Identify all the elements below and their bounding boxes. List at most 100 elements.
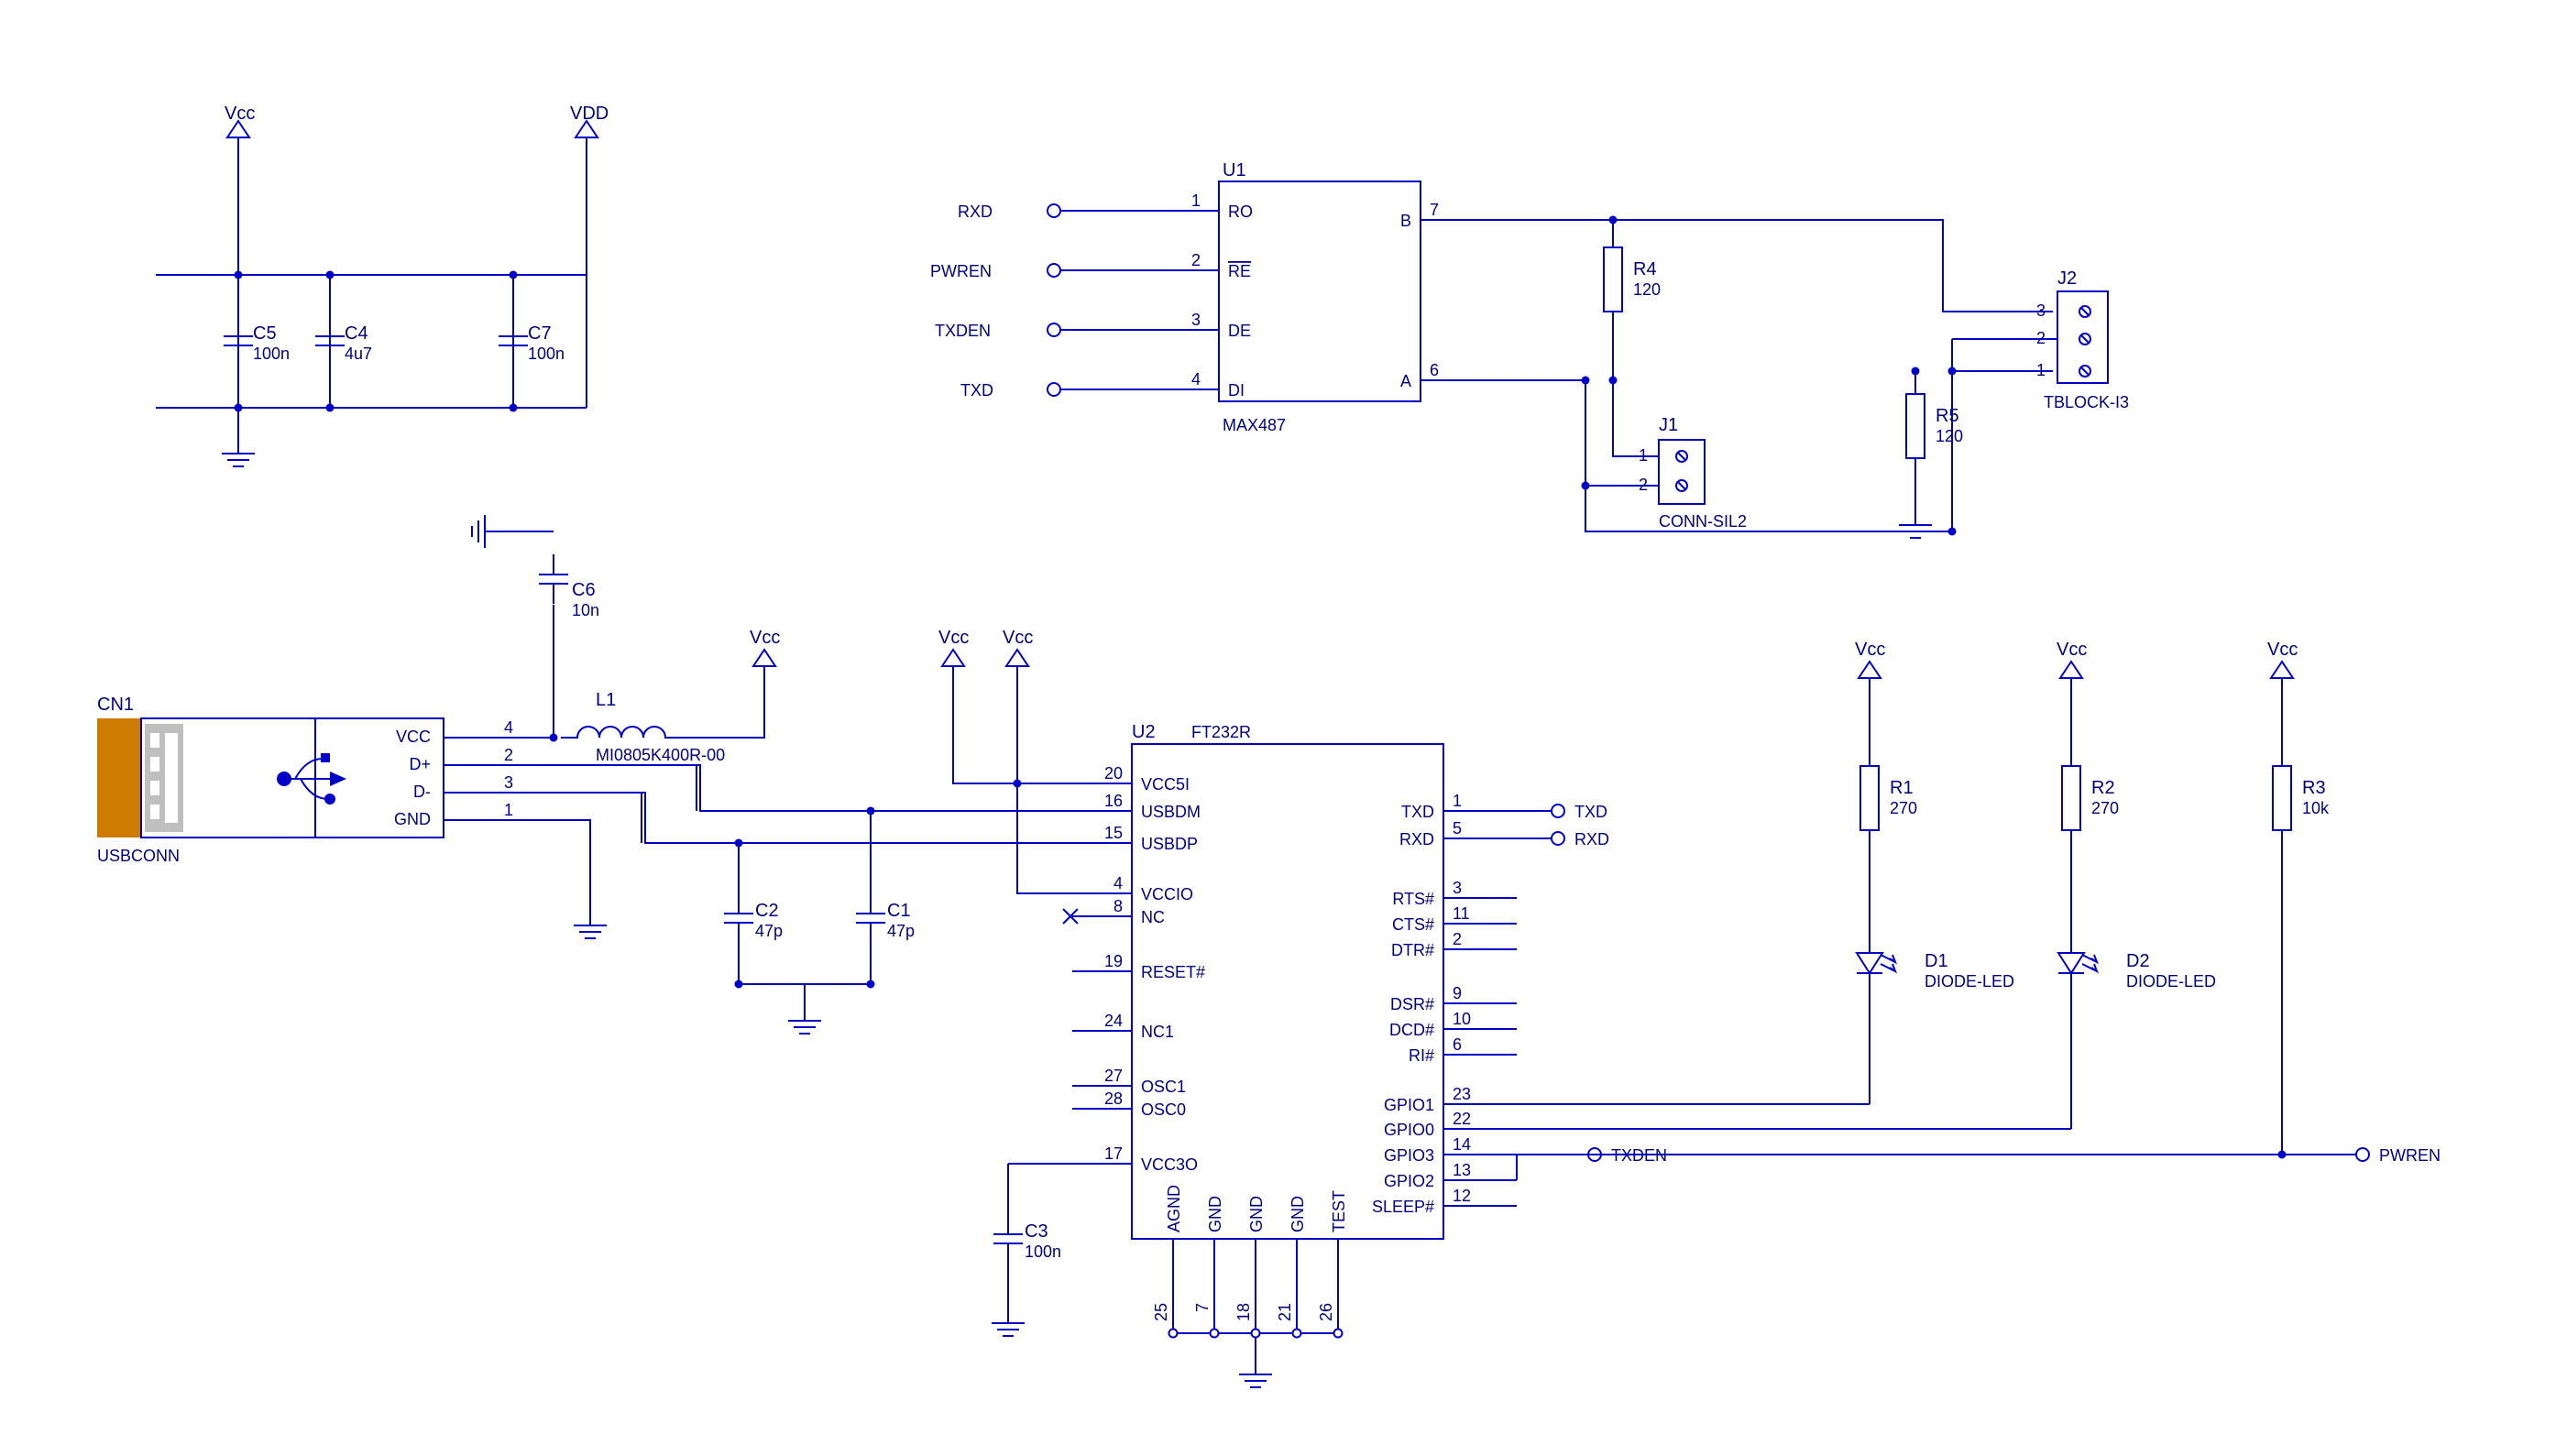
svg-text:4u7: 4u7 xyxy=(345,345,372,363)
svg-text:4: 4 xyxy=(504,718,513,737)
svg-text:C4: C4 xyxy=(345,323,368,344)
svg-text:L1: L1 xyxy=(596,690,616,710)
svg-text:Vcc: Vcc xyxy=(2267,640,2298,660)
svg-text:B: B xyxy=(1400,212,1411,230)
svg-text:DIODE-LED: DIODE-LED xyxy=(2126,972,2216,991)
svg-text:VCC5I: VCC5I xyxy=(1141,775,1190,794)
u2-ports: TXD RXD TXDEN xyxy=(1517,803,1667,1165)
svg-text:NC1: NC1 xyxy=(1141,1023,1174,1041)
led-block: Vcc Vcc Vcc R1270 R2270 R310k D1DIODE-LE… xyxy=(1517,640,2441,1180)
svg-text:MAX487: MAX487 xyxy=(1223,416,1286,434)
svg-text:RE: RE xyxy=(1228,262,1251,280)
svg-text:27: 27 xyxy=(1104,1067,1123,1085)
svg-text:Vcc: Vcc xyxy=(1855,640,1885,660)
svg-text:11: 11 xyxy=(1453,904,1470,923)
svg-text:10: 10 xyxy=(1453,1010,1471,1028)
svg-text:DSR#: DSR# xyxy=(1390,995,1434,1013)
cn1-block: CN1 USBCONN VCC D+ D- GND 4 2 3 1 xyxy=(97,695,526,865)
c4: C4 4u7 xyxy=(315,275,372,408)
svg-text:USBDM: USBDM xyxy=(1141,803,1201,821)
svg-text:D-: D- xyxy=(413,783,431,801)
svg-text:R3: R3 xyxy=(2302,778,2326,798)
svg-text:GPIO0: GPIO0 xyxy=(1384,1121,1434,1139)
svg-text:R5: R5 xyxy=(1936,406,1959,426)
c3: C3100n xyxy=(992,1164,1072,1336)
vcc-label: Vcc xyxy=(225,104,255,124)
svg-text:9: 9 xyxy=(1453,984,1462,1002)
r1: R1270 xyxy=(1860,695,1917,938)
svg-text:C2: C2 xyxy=(755,901,779,921)
svg-text:RO: RO xyxy=(1228,203,1253,221)
svg-text:100n: 100n xyxy=(253,345,290,363)
svg-text:47p: 47p xyxy=(755,922,783,940)
svg-text:270: 270 xyxy=(2091,799,2119,817)
svg-text:2: 2 xyxy=(504,746,513,764)
svg-text:J1: J1 xyxy=(1659,415,1678,435)
svg-text:3: 3 xyxy=(504,773,513,792)
j1: J1 1 2 CONN-SIL2 xyxy=(1582,377,1748,531)
d1: D1DIODE-LED xyxy=(1857,938,2014,1104)
svg-text:4: 4 xyxy=(1191,370,1201,389)
svg-text:CONN-SIL2: CONN-SIL2 xyxy=(1659,512,1747,531)
svg-text:D2: D2 xyxy=(2126,951,2150,971)
svg-text:C5: C5 xyxy=(253,323,277,344)
d2: D2DIODE-LED xyxy=(2058,938,2216,1129)
decoupling-block: Vcc VDD C5 100n C4 4u7 C7 100n xyxy=(156,104,609,466)
svg-text:Vcc: Vcc xyxy=(1003,628,1033,648)
svg-text:TXDEN: TXDEN xyxy=(935,322,991,340)
svg-text:5: 5 xyxy=(1453,819,1462,837)
svg-text:SLEEP#: SLEEP# xyxy=(1372,1198,1434,1216)
svg-text:AGND: AGND xyxy=(1165,1185,1183,1232)
svg-text:3: 3 xyxy=(1453,879,1462,897)
svg-text:15: 15 xyxy=(1104,824,1123,842)
svg-text:CN1: CN1 xyxy=(97,695,134,715)
rs485-net: R4120 J1 1 2 CONN-SIL2 R5120 J2 3 2 1 TB… xyxy=(1530,216,2129,539)
svg-text:NC: NC xyxy=(1141,908,1165,926)
svg-text:7: 7 xyxy=(1430,201,1439,219)
svg-text:10k: 10k xyxy=(2302,799,2330,817)
svg-text:GND: GND xyxy=(1289,1196,1307,1232)
svg-text:13: 13 xyxy=(1453,1161,1471,1179)
svg-text:MI0805K400R-00: MI0805K400R-00 xyxy=(596,746,725,764)
svg-text:120: 120 xyxy=(1633,280,1661,299)
c6: C610n xyxy=(539,554,599,619)
usb-data: C247p C147p xyxy=(526,765,1072,1034)
svg-text:10n: 10n xyxy=(572,601,599,619)
svg-text:TBLOCK-I3: TBLOCK-I3 xyxy=(2044,393,2129,411)
svg-text:1: 1 xyxy=(504,801,513,819)
svg-text:6: 6 xyxy=(1430,361,1439,379)
svg-text:GPIO3: GPIO3 xyxy=(1384,1146,1434,1165)
svg-text:R2: R2 xyxy=(2091,778,2115,798)
svg-text:D+: D+ xyxy=(409,755,431,773)
svg-text:GPIO1: GPIO1 xyxy=(1384,1096,1434,1114)
svg-text:C3: C3 xyxy=(1025,1221,1048,1242)
svg-text:7: 7 xyxy=(1193,1303,1212,1312)
svg-text:2: 2 xyxy=(1191,251,1201,269)
svg-text:A: A xyxy=(1400,372,1411,390)
svg-text:RI#: RI# xyxy=(1409,1046,1434,1065)
svg-text:U2: U2 xyxy=(1132,722,1156,742)
svg-text:16: 16 xyxy=(1104,792,1123,810)
svg-text:1: 1 xyxy=(1191,192,1201,210)
svg-text:47p: 47p xyxy=(887,922,915,940)
svg-text:VCC: VCC xyxy=(396,728,431,746)
svg-text:24: 24 xyxy=(1104,1012,1123,1030)
svg-text:Vcc: Vcc xyxy=(750,628,780,648)
svg-text:20: 20 xyxy=(1104,764,1123,783)
svg-text:22: 22 xyxy=(1453,1110,1471,1128)
svg-text:18: 18 xyxy=(1234,1303,1253,1321)
svg-text:23: 23 xyxy=(1453,1085,1471,1103)
svg-text:TEST: TEST xyxy=(1330,1190,1348,1232)
j2: J2 3 2 1 TBLOCK-I3 xyxy=(1948,268,2130,536)
svg-text:14: 14 xyxy=(1453,1135,1471,1154)
svg-text:RXD: RXD xyxy=(958,203,993,221)
svg-text:DCD#: DCD# xyxy=(1389,1021,1434,1039)
svg-text:17: 17 xyxy=(1104,1144,1123,1163)
svg-text:GND: GND xyxy=(1206,1196,1224,1232)
l1: L1 MI0805K400R-00 xyxy=(561,690,725,764)
r5: R5120 xyxy=(1899,371,1963,538)
svg-text:USBCONN: USBCONN xyxy=(97,847,180,865)
svg-text:R4: R4 xyxy=(1633,259,1657,279)
svg-text:8: 8 xyxy=(1113,897,1123,915)
svg-text:Vcc: Vcc xyxy=(938,628,969,648)
